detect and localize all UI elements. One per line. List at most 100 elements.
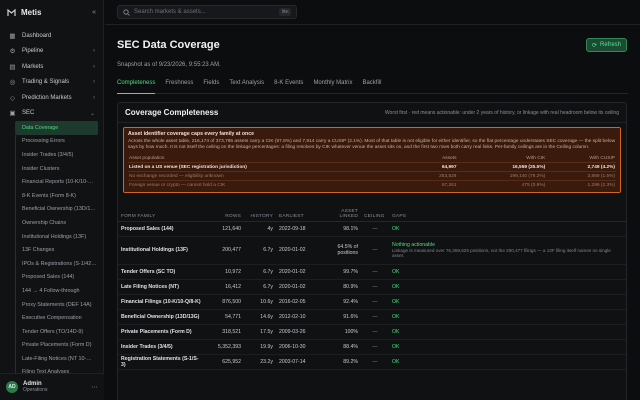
cell-history: 19.9y <box>244 339 276 355</box>
sidebar-item-sec[interactable]: ▣ SEC ⌄ <box>0 106 103 122</box>
refresh-button[interactable]: ⟳ Refresh <box>586 38 627 52</box>
alert-table-row: Listed on a US venue (SEC registration j… <box>128 162 616 172</box>
tab-freshness[interactable]: Freshness <box>165 78 193 94</box>
alert-table-row: No exchange recorded — eligibility unkno… <box>128 171 616 181</box>
tab-monthly-matrix[interactable]: Monthly Matrix <box>313 78 352 94</box>
cell-earliest: 2012-02-10 <box>276 309 321 325</box>
alert-cell-label: Listed on a US venue (SEC registration j… <box>128 162 412 172</box>
table-row[interactable]: Registration Statements (S-1/S-3) 625,952… <box>118 354 626 370</box>
cell-form-family: Late Filing Notices (NT) <box>118 279 204 295</box>
tab-backfill[interactable]: Backfill <box>362 78 381 94</box>
sec-submenu-item[interactable]: 144 → 4 Follow-through <box>15 284 98 298</box>
cell-ceiling: — <box>361 324 389 340</box>
sidebar-item-markets[interactable]: ▤ Markets › <box>0 59 103 75</box>
sec-submenu-item[interactable]: Late-Filing Notices (NT 10-… <box>15 352 98 366</box>
chevron-icon: ⌄ <box>89 110 95 117</box>
cell-asset-linked: 92.4% <box>321 294 361 310</box>
metis-logo-icon <box>7 8 16 17</box>
sec-submenu-item[interactable]: Proxy Statements (DEF 14A) <box>15 297 98 312</box>
cell-asset-linked: 91.6% <box>321 309 361 325</box>
sec-submenu-item[interactable]: Insider Trades (3/4/5) <box>15 148 98 162</box>
avatar: AD <box>6 381 18 393</box>
table-row[interactable]: Tender Offers (SC TO) 10,972 6.7y 2020-01-0… <box>118 264 626 280</box>
sec-submenu-item[interactable]: Tender Offers (TO/14D-9) <box>15 324 98 339</box>
col-asset-linked[interactable]: ASSET LINKED <box>321 201 361 222</box>
cell-ceiling: — <box>361 236 389 265</box>
collapse-sidebar-icon[interactable]: « <box>92 9 96 16</box>
sidebar: Metis « ▦ Dashboard ⚙ Pipeline › ▤ Markets › ◎ Tr… <box>0 0 104 400</box>
cell-rows: 16,412 <box>204 279 244 295</box>
table-row[interactable]: Insider Trades (3/4/5) 5,352,393 19.9y 2006… <box>118 339 626 355</box>
search-input[interactable]: Search markets & assets... ⌘K <box>117 5 297 19</box>
sec-submenu-item[interactable]: Executive Compensation <box>15 311 98 325</box>
sec-submenu-item[interactable]: Institutional Holdings (13F) <box>15 229 98 244</box>
col-ceiling[interactable]: CEILING <box>361 201 389 222</box>
table-row[interactable]: Late Filing Notices (NT) 16,412 6.7y 2020-0… <box>118 279 626 295</box>
tab-8-k-events[interactable]: 8-K Events <box>274 78 303 94</box>
page-title: SEC Data Coverage <box>117 39 220 51</box>
table-row[interactable]: Financial Filings (10-K/10-Q/8-K) 876,500… <box>118 294 626 310</box>
sidebar-item-prediction-markets[interactable]: ◇ Prediction Markets › <box>0 90 103 106</box>
table-row[interactable]: Institutional Holdings (13F) 200,477 6.7y 2… <box>118 236 626 265</box>
alert-cell-cusip: 2,749 (4.2%) <box>546 162 616 172</box>
cell-rows: 121,640 <box>204 221 244 237</box>
tab-text-analysis[interactable]: Text Analysis <box>229 78 264 94</box>
app-name: Metis <box>21 7 42 17</box>
sec-submenu-item[interactable]: 8-K Events (Form 8-K) <box>15 188 98 203</box>
more-options-icon[interactable]: ⋯ <box>91 383 98 391</box>
tab-completeness[interactable]: Completeness <box>117 78 156 94</box>
cell-asset-linked: 100% <box>321 324 361 340</box>
sec-submenu-item[interactable]: Private Placements (Form D) <box>15 338 98 353</box>
cell-ceiling: — <box>361 279 389 295</box>
pipeline-icon: ⚙ <box>9 48 16 56</box>
alert-cell-assets: 64,997 <box>411 162 458 172</box>
cell-gaps: OK <box>389 294 626 310</box>
cell-earliest: 2020-01-02 <box>276 264 321 280</box>
sidebar-item-dashboard[interactable]: ▦ Dashboard <box>0 28 103 44</box>
identifier-alert: Asset identifier coverage caps every fam… <box>123 127 621 194</box>
table-row[interactable]: Proposed Sales (144) 121,640 4y 2022-09-18 9… <box>118 221 626 237</box>
cell-form-family: Tender Offers (SC TO) <box>118 264 204 280</box>
sidebar-item-label: Markets <box>22 63 44 70</box>
sec-submenu-item[interactable]: Data Coverage <box>15 121 98 135</box>
sec-submenu-item[interactable]: Beneficial Ownership (13D/1… <box>15 202 98 217</box>
chevron-icon: › <box>93 63 95 70</box>
cell-gaps: OK <box>389 309 626 325</box>
cell-history: 6.7y <box>244 236 276 265</box>
col-history[interactable]: HISTORY <box>244 201 276 222</box>
markets-icon: ▤ <box>9 63 16 71</box>
cell-rows: 318,521 <box>204 324 244 340</box>
sidebar-item-label: SEC <box>22 110 35 117</box>
table-row[interactable]: Beneficial Ownership (13D/13G) 54,771 14.6… <box>118 309 626 325</box>
sec-icon: ▣ <box>9 110 16 118</box>
alert-table-header: Asset population Assets With CIK With CU… <box>128 154 616 163</box>
sec-submenu-item[interactable]: Processing Errors <box>15 134 98 149</box>
asset-population-table: Asset population Assets With CIK With CU… <box>128 154 616 190</box>
sec-submenu-item[interactable]: 13F Changes <box>15 243 98 257</box>
cell-history: 23.2y <box>244 354 276 370</box>
user-profile[interactable]: AD Admin Operations ⋯ <box>0 373 104 400</box>
cell-form-family: Registration Statements (S-1/S-3) <box>118 354 204 370</box>
col-earliest[interactable]: EARLIEST <box>276 201 321 222</box>
brand: Metis « <box>0 0 103 24</box>
sidebar-item-pipeline[interactable]: ⚙ Pipeline › <box>0 44 103 60</box>
sec-submenu-item[interactable]: Ownership Chains <box>15 216 98 230</box>
col-rows[interactable]: ROWS <box>204 201 244 222</box>
sec-submenu-item[interactable]: Proposed Sales (144) <box>15 270 98 285</box>
tab-fields[interactable]: Fields <box>203 78 219 94</box>
sidebar-item-label: Prediction Markets <box>22 94 72 101</box>
cell-form-family: Beneficial Ownership (13D/13G) <box>118 309 204 325</box>
coverage-table: FORM FAMILY ROWS HISTORY EARLIEST ASSET … <box>118 201 626 370</box>
sec-submenu-item[interactable]: Insider Clusters <box>15 161 98 176</box>
table-row[interactable]: Private Placements (Form D) 318,521 17.5y 2… <box>118 324 626 340</box>
cell-gaps: Nothing actionable Linkage is measured ov… <box>389 236 626 265</box>
sec-submenu-item[interactable]: Financial Reports (10-K/10-… <box>15 175 98 189</box>
dashboard-icon: ▦ <box>9 32 16 40</box>
sec-submenu-item[interactable]: IPOs & Registrations (S-1/42… <box>15 256 98 271</box>
sidebar-item-trading-signals[interactable]: ◎ Trading & Signals › <box>0 75 103 91</box>
cell-form-family: Insider Trades (3/4/5) <box>118 339 204 355</box>
col-gaps[interactable]: GAPS <box>389 201 626 222</box>
col-assets: Assets <box>442 155 457 161</box>
col-form-family[interactable]: FORM FAMILY <box>118 201 204 222</box>
alert-cell-cusip: 1,296 (2.3%) <box>546 180 616 190</box>
